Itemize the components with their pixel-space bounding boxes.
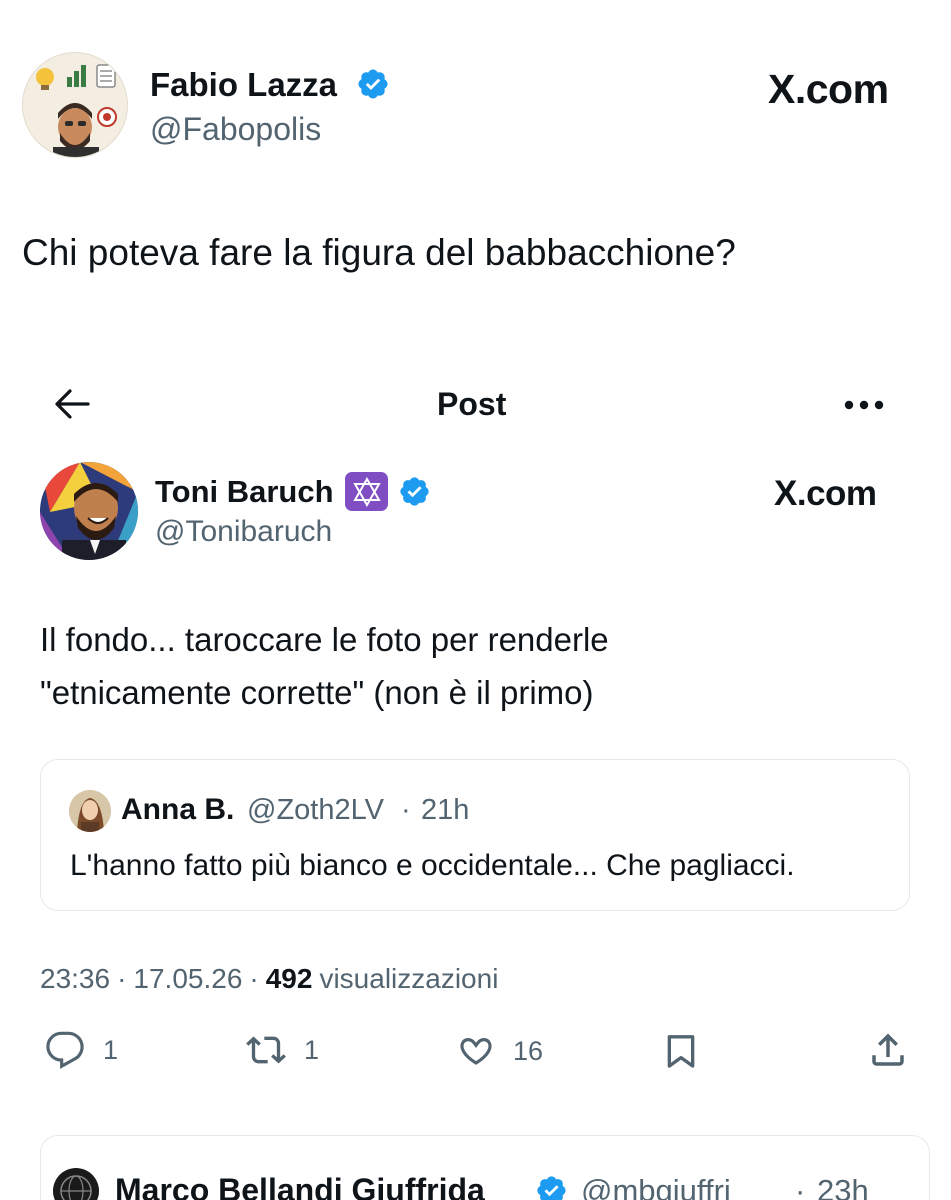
outer-author-name[interactable]: Fabio Lazza: [150, 66, 337, 104]
bookmark-icon: [667, 1035, 695, 1068]
colorful-laughing-man-avatar-icon: [40, 462, 138, 560]
meta-separator: ·: [117, 963, 127, 994]
retweet-icon: [246, 1036, 286, 1064]
views-label: visualizzazioni: [319, 963, 499, 994]
quoted-post-card[interactable]: Anna B. @Zoth2LV · 21h L'hanno fatto più…: [40, 759, 910, 911]
bookmark-button[interactable]: [661, 1030, 701, 1077]
share-button[interactable]: [867, 1029, 909, 1076]
woman-portrait-avatar-icon: [69, 790, 111, 832]
like-count: 16: [513, 1035, 544, 1066]
inner-author-handle[interactable]: @Tonibaruch: [155, 515, 332, 549]
cartoon-man-with-growth-charts-avatar-icon: [36, 64, 117, 157]
post-time: 23:36: [40, 963, 111, 994]
reply-separator: ·: [795, 1173, 806, 1200]
like-button[interactable]: 16: [453, 1030, 543, 1072]
retweet-button[interactable]: 1: [244, 1030, 319, 1070]
share-upload-icon: [872, 1033, 904, 1066]
heart-icon: [460, 1038, 492, 1065]
outer-post-text: Chi poteva fare la figura del babbacchio…: [22, 232, 736, 273]
quote-author-avatar[interactable]: [69, 790, 111, 832]
star-of-david-icon: [352, 476, 381, 507]
outer-verified-badge-icon: [356, 67, 390, 106]
post-date: 17.05.26: [133, 963, 243, 994]
reply-author-name[interactable]: Marco Bellandi Giuffrida: [115, 1172, 485, 1200]
inner-site-label: X.com: [774, 474, 877, 513]
outer-author-avatar[interactable]: [22, 52, 128, 158]
meta-separator: ·: [249, 963, 259, 994]
outer-author-handle[interactable]: @Fabopolis: [150, 111, 321, 148]
reply-time[interactable]: 23h: [817, 1173, 869, 1200]
quote-time[interactable]: 21h: [421, 794, 469, 827]
reply-count: 1: [103, 1034, 119, 1065]
reply-author-avatar[interactable]: [53, 1168, 99, 1200]
reply-author-handle[interactable]: @mbgiuffri: [581, 1173, 731, 1200]
inner-post-text-line2: "etnicamente corrette" (non è il primo): [40, 674, 594, 711]
quote-text: L'hanno fatto più bianco e occidentale..…: [70, 849, 795, 882]
inner-verified-badge-icon: [398, 475, 431, 513]
inner-post-text-line1: Il fondo... taroccare le foto per render…: [40, 621, 609, 658]
star-of-david-emoji-badge: [345, 472, 388, 511]
post-meta: 23:36 · 17.05.26 · 492 visualizzazioni: [40, 963, 498, 995]
outer-site-label: X.com: [768, 66, 889, 112]
reply-preview-card[interactable]: Marco Bellandi Giuffrida @mbgiuffri · 23…: [40, 1135, 930, 1200]
more-dots-icon[interactable]: [843, 398, 885, 416]
quote-author-handle[interactable]: @Zoth2LV: [247, 794, 384, 827]
reply-button[interactable]: 1: [45, 1030, 118, 1070]
dark-globe-avatar-icon: [60, 1175, 92, 1200]
screen-title: Post: [437, 386, 507, 422]
back-arrow-icon[interactable]: [52, 387, 92, 426]
retweet-count: 1: [304, 1034, 320, 1065]
reply-bubble-icon: [46, 1031, 84, 1069]
quote-author-name[interactable]: Anna B.: [121, 793, 234, 827]
inner-author-name[interactable]: Toni Baruch: [155, 474, 334, 510]
reply-verified-badge-icon: [535, 1174, 568, 1200]
inner-author-avatar[interactable]: [40, 462, 138, 560]
quote-separator: ·: [401, 794, 411, 826]
views-count: 492: [265, 963, 313, 994]
